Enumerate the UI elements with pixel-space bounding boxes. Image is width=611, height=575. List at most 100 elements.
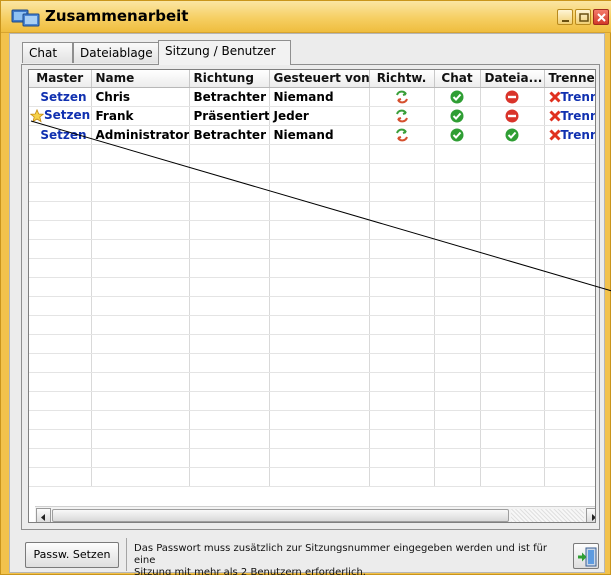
disconnect-label: Trenne <box>560 108 596 123</box>
empty-cell <box>434 410 481 430</box>
empty-cell <box>189 334 270 354</box>
column-header-master[interactable]: Master <box>29 70 92 88</box>
column-header-trennen[interactable]: Trenner <box>544 70 595 88</box>
empty-row <box>29 429 595 449</box>
no-entry-icon <box>505 90 519 104</box>
column-header-name[interactable]: Name <box>91 70 190 88</box>
empty-cell <box>480 372 545 392</box>
horizontal-scrollbar[interactable] <box>35 506 595 522</box>
set-master-link[interactable]: Setzen <box>29 87 92 107</box>
user-name: Chris <box>91 87 190 107</box>
switch-direction-button[interactable] <box>369 125 435 145</box>
scrollbar-track[interactable] <box>511 509 584 522</box>
empty-cell <box>369 448 435 468</box>
switch-direction-icon <box>395 109 408 122</box>
empty-cell <box>480 277 545 297</box>
file-share-toggle[interactable] <box>480 125 545 145</box>
user-direction: Präsentiert <box>189 106 270 126</box>
disconnect-link[interactable]: Trenne <box>544 87 596 107</box>
chat-allowed-toggle[interactable] <box>434 87 481 107</box>
scroll-right-button[interactable] <box>586 508 595 522</box>
empty-cell <box>434 239 481 259</box>
empty-cell <box>369 258 435 278</box>
column-header-gesteuert-von[interactable]: Gesteuert von <box>269 70 370 88</box>
empty-cell <box>369 429 435 449</box>
password-notice-line-2: Sitzung mit mehr als 2 Benutzern erforde… <box>134 567 366 575</box>
chat-allowed-toggle[interactable] <box>434 125 481 145</box>
empty-cell <box>369 239 435 259</box>
empty-cell <box>29 182 92 202</box>
disconnect-label: Trenne <box>560 89 596 104</box>
tab-dateiablage[interactable]: Dateiablage <box>73 42 166 63</box>
empty-row <box>29 239 595 259</box>
maximize-button[interactable] <box>575 9 591 25</box>
empty-cell <box>189 315 270 335</box>
scrollbar-thumb[interactable] <box>52 509 509 522</box>
empty-cell <box>189 163 270 183</box>
empty-cell <box>269 353 370 373</box>
empty-row <box>29 410 595 430</box>
empty-cell <box>189 201 270 221</box>
empty-cell <box>29 467 92 487</box>
collaboration-window: Zusammenarbeit Chat Dateiablage Sitzung … <box>0 0 611 575</box>
empty-cell <box>369 353 435 373</box>
tab-chat[interactable]: Chat <box>22 42 73 63</box>
disconnect-link[interactable]: Trenne <box>544 106 596 126</box>
empty-cell <box>189 277 270 297</box>
empty-cell <box>189 372 270 392</box>
table-row: Setzen Administrator Betrachter Niemand <box>29 125 596 145</box>
empty-cell <box>29 410 92 430</box>
empty-cell <box>29 258 92 278</box>
disconnect-link[interactable]: Trenne <box>544 125 596 145</box>
empty-row <box>29 315 595 335</box>
file-share-toggle[interactable] <box>480 106 545 126</box>
disconnect-label: Trenne <box>560 127 596 142</box>
empty-cell <box>29 296 92 316</box>
empty-row <box>29 258 595 278</box>
column-header-richtung[interactable]: Richtung <box>189 70 270 88</box>
set-password-button[interactable]: Passw. Setzen <box>25 542 119 568</box>
table-row: Setzen Chris Betrachter Niemand Tren <box>29 87 596 107</box>
empty-cell <box>480 296 545 316</box>
empty-cell <box>369 144 435 164</box>
file-share-toggle[interactable] <box>480 87 545 107</box>
scroll-left-button[interactable] <box>36 508 51 522</box>
empty-cell <box>369 391 435 411</box>
column-header-richtw[interactable]: Richtw. <box>369 70 435 88</box>
empty-cell <box>434 296 481 316</box>
empty-cell <box>369 163 435 183</box>
empty-cell <box>269 201 370 221</box>
empty-rows <box>29 144 595 487</box>
empty-row <box>29 372 595 392</box>
switch-direction-button[interactable] <box>369 106 435 126</box>
empty-row <box>29 220 595 240</box>
empty-cell <box>480 182 545 202</box>
empty-cell <box>434 391 481 411</box>
empty-cell <box>91 315 190 335</box>
tab-sitzung-benutzer[interactable]: Sitzung / Benutzer <box>158 40 291 65</box>
set-master-link[interactable]: Setzen <box>29 125 92 145</box>
empty-cell <box>29 144 92 164</box>
empty-cell <box>269 163 370 183</box>
empty-cell <box>269 467 370 487</box>
chat-allowed-toggle[interactable] <box>434 106 481 126</box>
password-notice: Das Passwort muss zusätzlich zur Sitzung… <box>126 538 556 575</box>
close-button[interactable] <box>593 9 609 25</box>
title-bar[interactable]: Zusammenarbeit <box>1 1 611 33</box>
empty-cell <box>91 182 190 202</box>
empty-cell <box>189 429 270 449</box>
empty-cell <box>369 315 435 335</box>
set-master-link[interactable]: Setzen <box>29 106 92 126</box>
switch-direction-icon <box>395 90 408 103</box>
empty-row <box>29 182 595 202</box>
exit-button[interactable] <box>573 543 599 569</box>
column-header-dateiablage[interactable]: Dateia... <box>480 70 545 88</box>
tab-panel: Master Name Richtung Gesteuert von Richt… <box>21 64 600 530</box>
switch-direction-button[interactable] <box>369 87 435 107</box>
empty-cell <box>189 239 270 259</box>
empty-cell <box>480 239 545 259</box>
minimize-button[interactable] <box>557 9 573 25</box>
empty-cell <box>544 315 595 335</box>
column-header-chat[interactable]: Chat <box>434 70 481 88</box>
empty-row <box>29 391 595 411</box>
